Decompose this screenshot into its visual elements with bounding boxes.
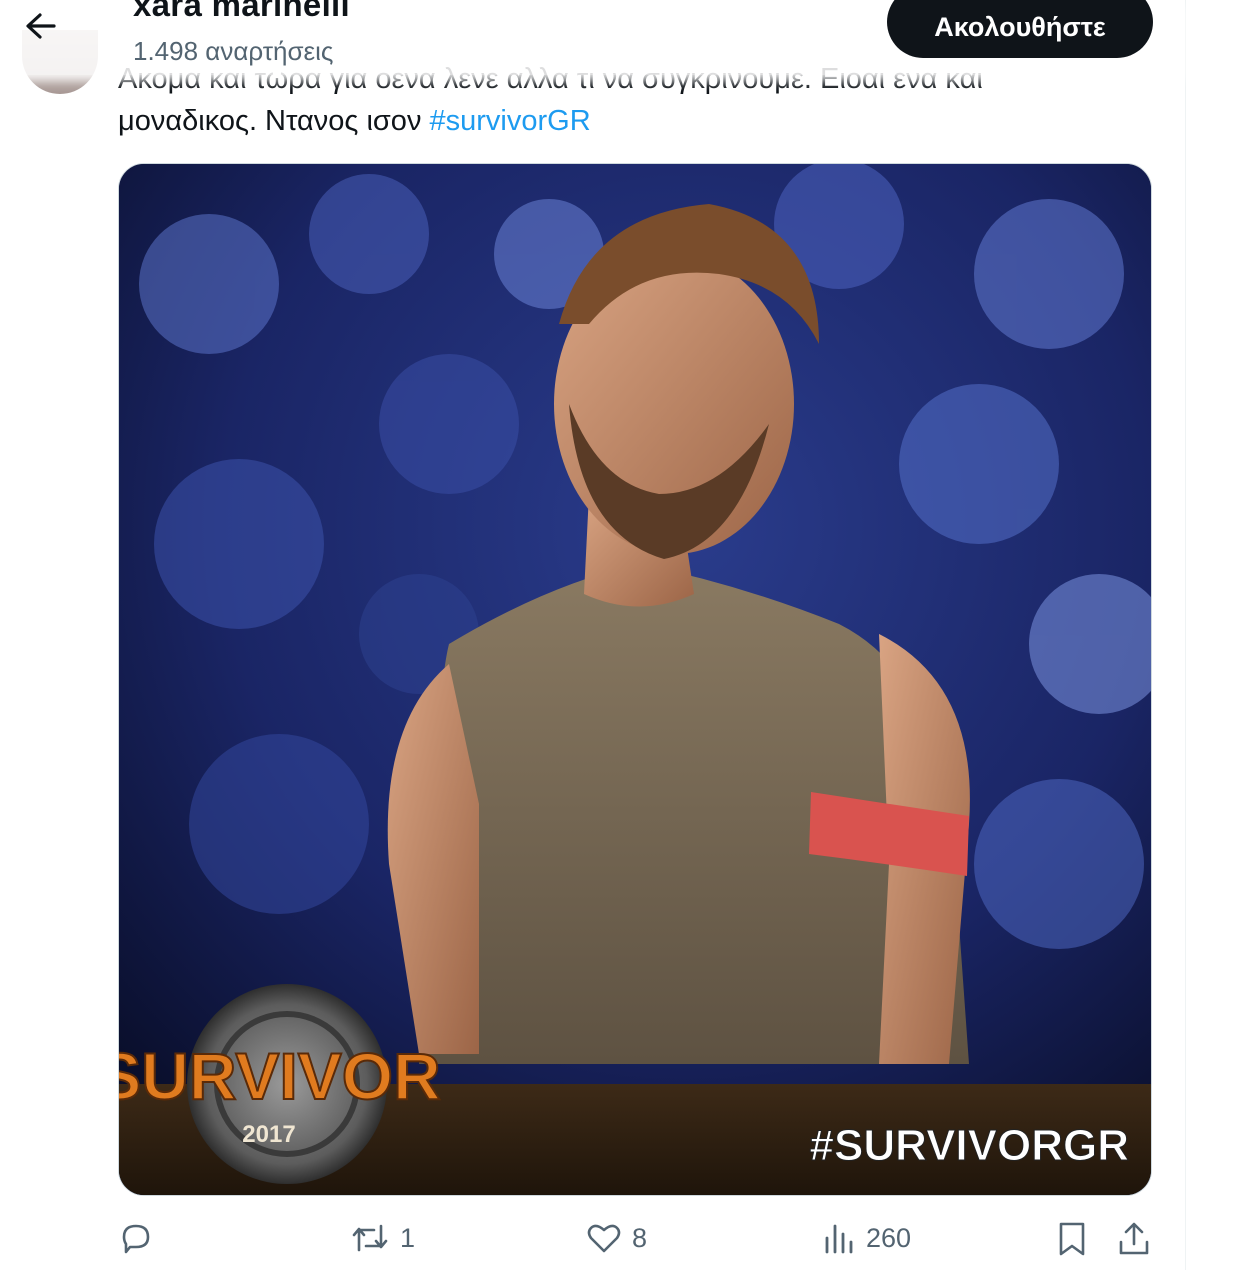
views-button[interactable]: 260 bbox=[822, 1220, 911, 1256]
follow-button[interactable]: Ακολουθήστε bbox=[887, 0, 1153, 58]
share-button[interactable] bbox=[1116, 1220, 1152, 1258]
column-divider bbox=[1185, 0, 1186, 1270]
like-count: 8 bbox=[632, 1222, 648, 1253]
top-bar: xara marinelli 1.498 αναρτήσεις Ακολουθή… bbox=[0, 0, 1185, 75]
survivor-logo-word: SURVIVOR bbox=[119, 1039, 441, 1113]
tweet-text-body: μοναδικος. Ντανος ισον bbox=[118, 105, 430, 137]
like-button[interactable]: 8 bbox=[586, 1220, 647, 1256]
hashtag-link[interactable]: #survivorGR bbox=[430, 105, 591, 137]
views-icon bbox=[825, 1224, 853, 1254]
bookmark-button[interactable] bbox=[1056, 1220, 1088, 1258]
survivor-photo: SURVIVOR 2017 #SURVIVORGR bbox=[119, 164, 1151, 1195]
bookmark-icon bbox=[1059, 1222, 1085, 1256]
reply-button[interactable] bbox=[118, 1220, 164, 1256]
retweet-count: 1 bbox=[400, 1222, 416, 1253]
post-count: 1.498 αναρτήσεις bbox=[133, 36, 334, 66]
reply-icon bbox=[122, 1224, 150, 1254]
tweet-text-line-2: μοναδικος. Ντανος ισον #survivorGR bbox=[118, 100, 1158, 142]
retweet-button[interactable]: 1 bbox=[350, 1220, 415, 1256]
like-icon bbox=[587, 1224, 621, 1253]
back-button[interactable] bbox=[20, 4, 62, 44]
tweet-image[interactable]: SURVIVOR 2017 #SURVIVORGR bbox=[118, 163, 1152, 1196]
profile-display-name: xara marinelli bbox=[133, 0, 350, 23]
survivor-logo-year: 2017 bbox=[242, 1121, 295, 1148]
back-arrow-icon bbox=[26, 13, 56, 39]
share-icon bbox=[1119, 1222, 1149, 1255]
views-count: 260 bbox=[866, 1222, 912, 1253]
retweet-icon bbox=[352, 1224, 388, 1252]
image-overlay-hashtag: #SURVIVORGR bbox=[810, 1121, 1130, 1170]
tweet-actions: 1 8 260 bbox=[0, 1212, 1185, 1270]
